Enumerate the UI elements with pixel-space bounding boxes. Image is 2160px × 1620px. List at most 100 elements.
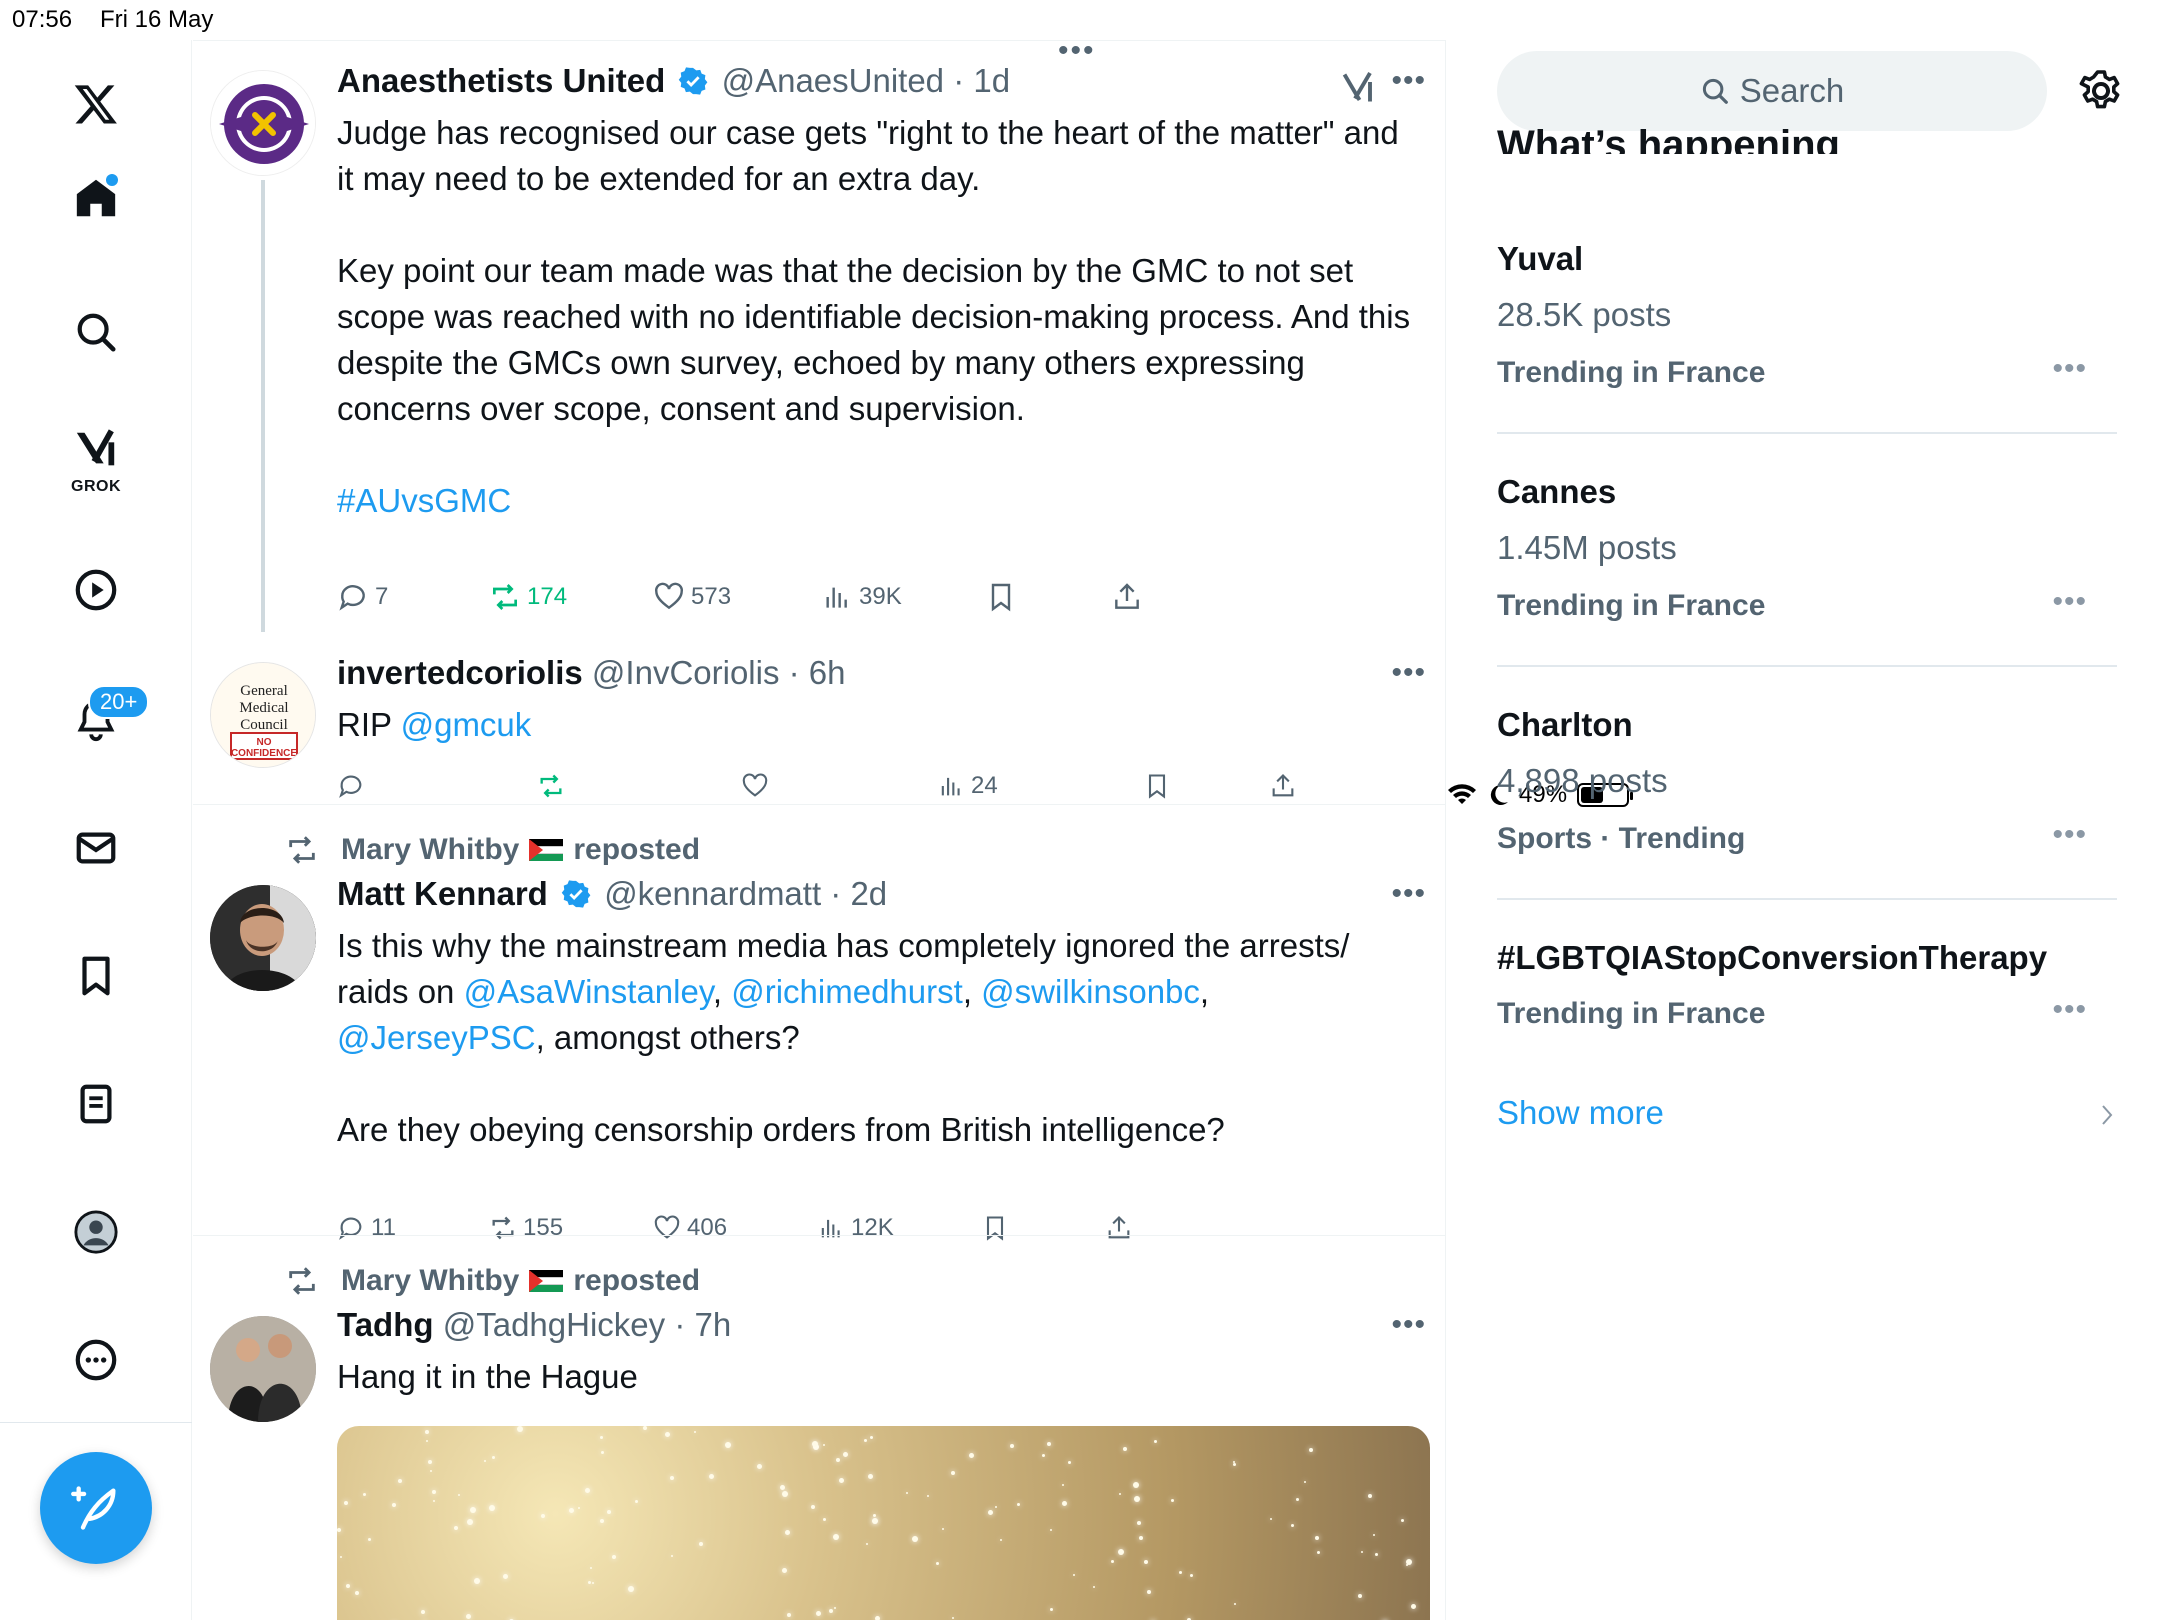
tweet-header: Matt Kennard @kennardmatt · 2d [337,875,888,912]
tweet-more-icon[interactable]: ••• [1391,656,1426,690]
like-count: 406 [687,1214,728,1241]
timeline[interactable]: ••• Anaesthetists United @AnaesUnited · … [193,40,1446,1620]
drag-handle-dots[interactable]: ••• [1058,40,1096,68]
profile-avatar-icon[interactable] [58,1194,134,1270]
grok-analyze-icon[interactable] [1340,70,1376,106]
tweet-actions: 7 174 573 39K [337,581,1417,621]
trend-more-icon[interactable]: ••• [2052,993,2087,1027]
avatar[interactable] [210,885,316,991]
chevron-right-icon[interactable] [2095,1100,2119,1130]
views-chart-icon [941,777,960,796]
author-name[interactable]: Anaesthetists United [337,62,665,99]
light-sparkle [458,1494,460,1496]
settings-gear-icon[interactable] [2077,67,2125,115]
repost-icon [289,836,315,864]
share-icon [1272,774,1294,797]
trend-more-icon[interactable]: ••• [2052,352,2087,386]
tweet-more-icon[interactable]: ••• [1391,1308,1426,1342]
search-icon[interactable] [58,294,134,370]
light-sparkle [836,1458,840,1462]
share-button[interactable] [1105,1214,1133,1242]
tweet-more-icon[interactable]: ••• [1391,877,1426,911]
view-count: 39K [859,583,902,610]
trend-item[interactable]: #LGBTQIAStopConversionTherapy Trending i… [1497,939,2117,1069]
svg-text:NO: NO [257,737,272,748]
light-sparkle [1234,1603,1236,1605]
trend-context: Sports · Trending [1497,822,1746,855]
mention-link[interactable]: @richimedhurst [731,973,963,1010]
light-sparkle [474,1578,480,1584]
light-sparkle [340,1556,342,1558]
compose-post-button[interactable] [40,1452,152,1564]
tweet-media-image[interactable] [337,1426,1430,1620]
light-sparkle [368,1538,371,1541]
home-icon[interactable] [58,160,134,236]
author-handle[interactable]: @kennardmatt [604,875,821,912]
reply-button[interactable]: 11 [337,1214,396,1242]
author-handle[interactable]: @TadhgHickey [443,1306,665,1343]
light-sparkle [866,1543,868,1545]
avatar[interactable] [210,70,316,176]
light-sparkle [492,1456,495,1459]
tweet-time[interactable]: 7h [694,1306,731,1343]
light-sparkle [1317,1551,1320,1554]
light-sparkle [1073,1574,1075,1576]
show-more-link[interactable]: Show more [1497,1094,1664,1132]
more-circle-icon[interactable] [58,1322,134,1398]
tweet-time[interactable]: 1d [973,62,1010,99]
mention-link[interactable]: @AsaWinstanley [464,973,713,1010]
reposter-name[interactable]: Mary Whitby [341,833,519,867]
trend-item[interactable]: Cannes 1.45M posts Trending in France ••… [1497,473,2117,673]
light-sparkle [1179,1571,1182,1574]
bookmarks-icon[interactable] [58,938,134,1014]
share-button[interactable] [1269,772,1297,800]
reply-button[interactable]: 7 [337,581,388,613]
author-handle[interactable]: @InvCoriolis [592,654,780,691]
repost-button[interactable] [537,772,565,800]
mention-link[interactable]: @swilkinsonbc [981,973,1200,1010]
avatar[interactable] [210,1316,316,1422]
grok-icon[interactable] [58,412,134,488]
trend-count: 4,898 posts [1497,762,1668,799]
like-button[interactable]: 573 [653,581,731,613]
svg-text:Council: Council [240,717,288,733]
avatar[interactable]: General Medical Council NO CONFIDENCE [210,662,316,768]
trend-more-icon[interactable]: ••• [2052,818,2087,852]
reply-button[interactable] [337,772,365,800]
views-button[interactable]: 24 [937,772,998,800]
video-icon[interactable] [58,552,134,628]
light-sparkle [873,1519,877,1523]
lists-icon[interactable] [58,1066,134,1142]
repost-button[interactable]: 174 [489,581,567,613]
mention-link[interactable]: @gmcuk [401,706,532,743]
bookmark-button[interactable] [981,1214,1009,1242]
bookmark-button[interactable] [1143,772,1171,800]
trend-more-icon[interactable]: ••• [2052,585,2087,619]
author-name[interactable]: invertedcoriolis [337,654,583,691]
hashtag-link[interactable]: #AUvsGMC [337,478,1417,524]
tweet-time[interactable]: 2d [850,875,887,912]
x-logo-icon[interactable] [58,66,134,142]
views-button[interactable]: 39K [821,581,902,613]
messages-envelope-icon[interactable] [58,810,134,886]
light-sparkle [785,1530,790,1535]
like-button[interactable] [741,772,769,800]
verified-badge-icon [679,67,708,95]
views-button[interactable]: 12K [817,1214,894,1242]
tweet-more-icon[interactable]: ••• [1391,64,1426,98]
share-button[interactable] [1111,581,1143,613]
reposter-name[interactable]: Mary Whitby [341,1264,519,1298]
light-sparkle [1062,1484,1064,1486]
repost-button[interactable]: 155 [489,1214,563,1242]
author-handle[interactable]: @AnaesUnited [722,62,944,99]
light-sparkle [812,1441,818,1447]
mention-link[interactable]: @JerseyPSC [337,1019,536,1056]
author-name[interactable]: Matt Kennard [337,875,548,912]
like-button[interactable]: 406 [653,1214,727,1242]
tweet-time[interactable]: 6h [809,654,846,691]
bookmark-button[interactable] [985,581,1017,613]
trend-item[interactable]: Charlton 4,898 posts Sports · Trending •… [1497,706,2117,906]
author-name[interactable]: Tadhg [337,1306,434,1343]
trend-item[interactable]: Yuval 28.5K posts Trending in France ••• [1497,240,2117,440]
status-time: 07:56 [12,6,73,33]
